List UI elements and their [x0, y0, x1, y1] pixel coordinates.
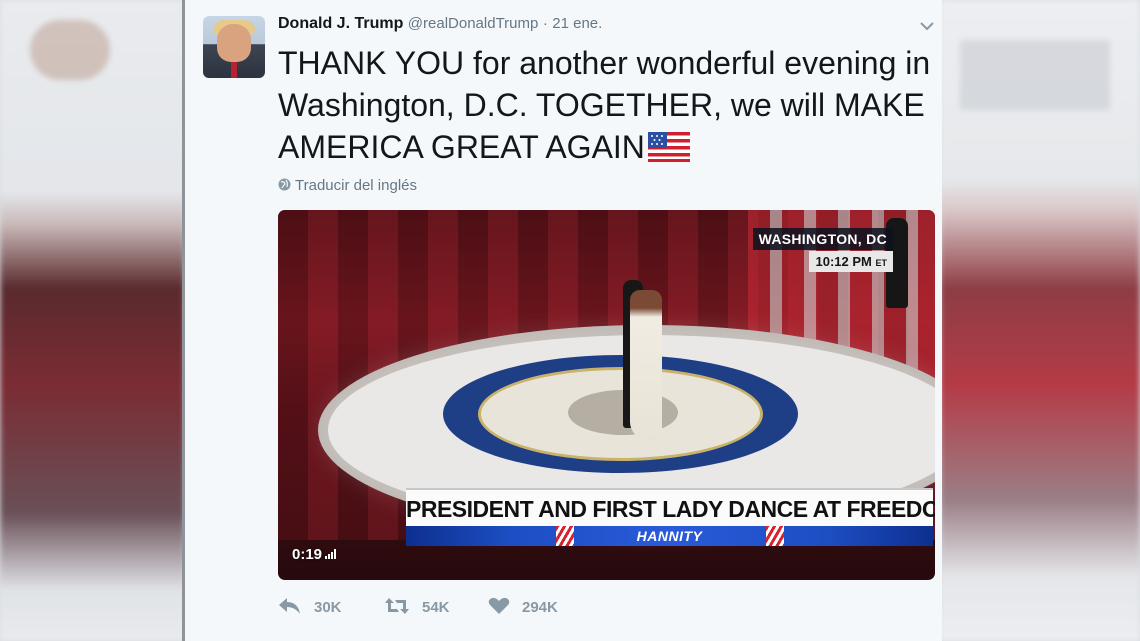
tweet-date[interactable]: 21 ene. — [552, 15, 602, 32]
avatar[interactable] — [203, 16, 265, 78]
retweet-count: 54K — [422, 599, 450, 616]
time-zone: ET — [875, 258, 887, 268]
time-badge: 10:12 PM ET — [809, 251, 893, 272]
chevron-down-icon[interactable] — [920, 18, 934, 31]
reply-count: 30K — [314, 599, 342, 616]
translate-label: Traducir del inglés — [295, 177, 417, 194]
reply-button[interactable]: 30K — [278, 597, 342, 616]
author-name[interactable]: Donald J. Trump — [278, 15, 403, 32]
volume-bars-icon[interactable] — [325, 546, 337, 559]
video-timer: 0:19 — [292, 546, 337, 563]
elapsed-time: 0:19 — [292, 546, 323, 563]
dancer-woman — [630, 290, 662, 440]
show-name: HANNITY — [636, 528, 703, 544]
retweet-icon — [385, 598, 409, 614]
like-button[interactable]: 294K — [488, 597, 558, 616]
show-name-bar: HANNITY — [406, 526, 933, 546]
author-handle[interactable]: @realDonaldTrump — [408, 15, 539, 32]
video-player[interactable]: WASHINGTON, DC 10:12 PM ET PRESIDENT AND… — [278, 210, 935, 580]
time-value: 10:12 PM — [815, 254, 872, 269]
tweet-body: THANK YOU for another wonderful evening … — [278, 45, 931, 165]
heart-icon — [488, 597, 510, 614]
tweet-header: Donald J. Trump @realDonaldTrump · 21 en… — [278, 15, 602, 33]
tweet-card[interactable]: Donald J. Trump @realDonaldTrump · 21 en… — [182, 0, 942, 641]
blurred-background-right — [940, 0, 1140, 641]
headline-banner: PRESIDENT AND FIRST LADY DANCE AT FREEDO… — [406, 488, 935, 528]
like-count: 294K — [522, 599, 558, 616]
retweet-button[interactable]: 54K — [384, 597, 450, 616]
blurred-background-left — [0, 0, 185, 641]
us-flag-icon — [647, 130, 690, 162]
separator: · — [542, 15, 548, 32]
globe-icon — [278, 178, 291, 191]
location-badge: WASHINGTON, DC — [752, 228, 893, 250]
tweet-text: THANK YOU for another wonderful evening … — [278, 42, 938, 168]
translate-link[interactable]: Traducir del inglés — [278, 177, 417, 194]
reply-icon — [279, 598, 300, 614]
